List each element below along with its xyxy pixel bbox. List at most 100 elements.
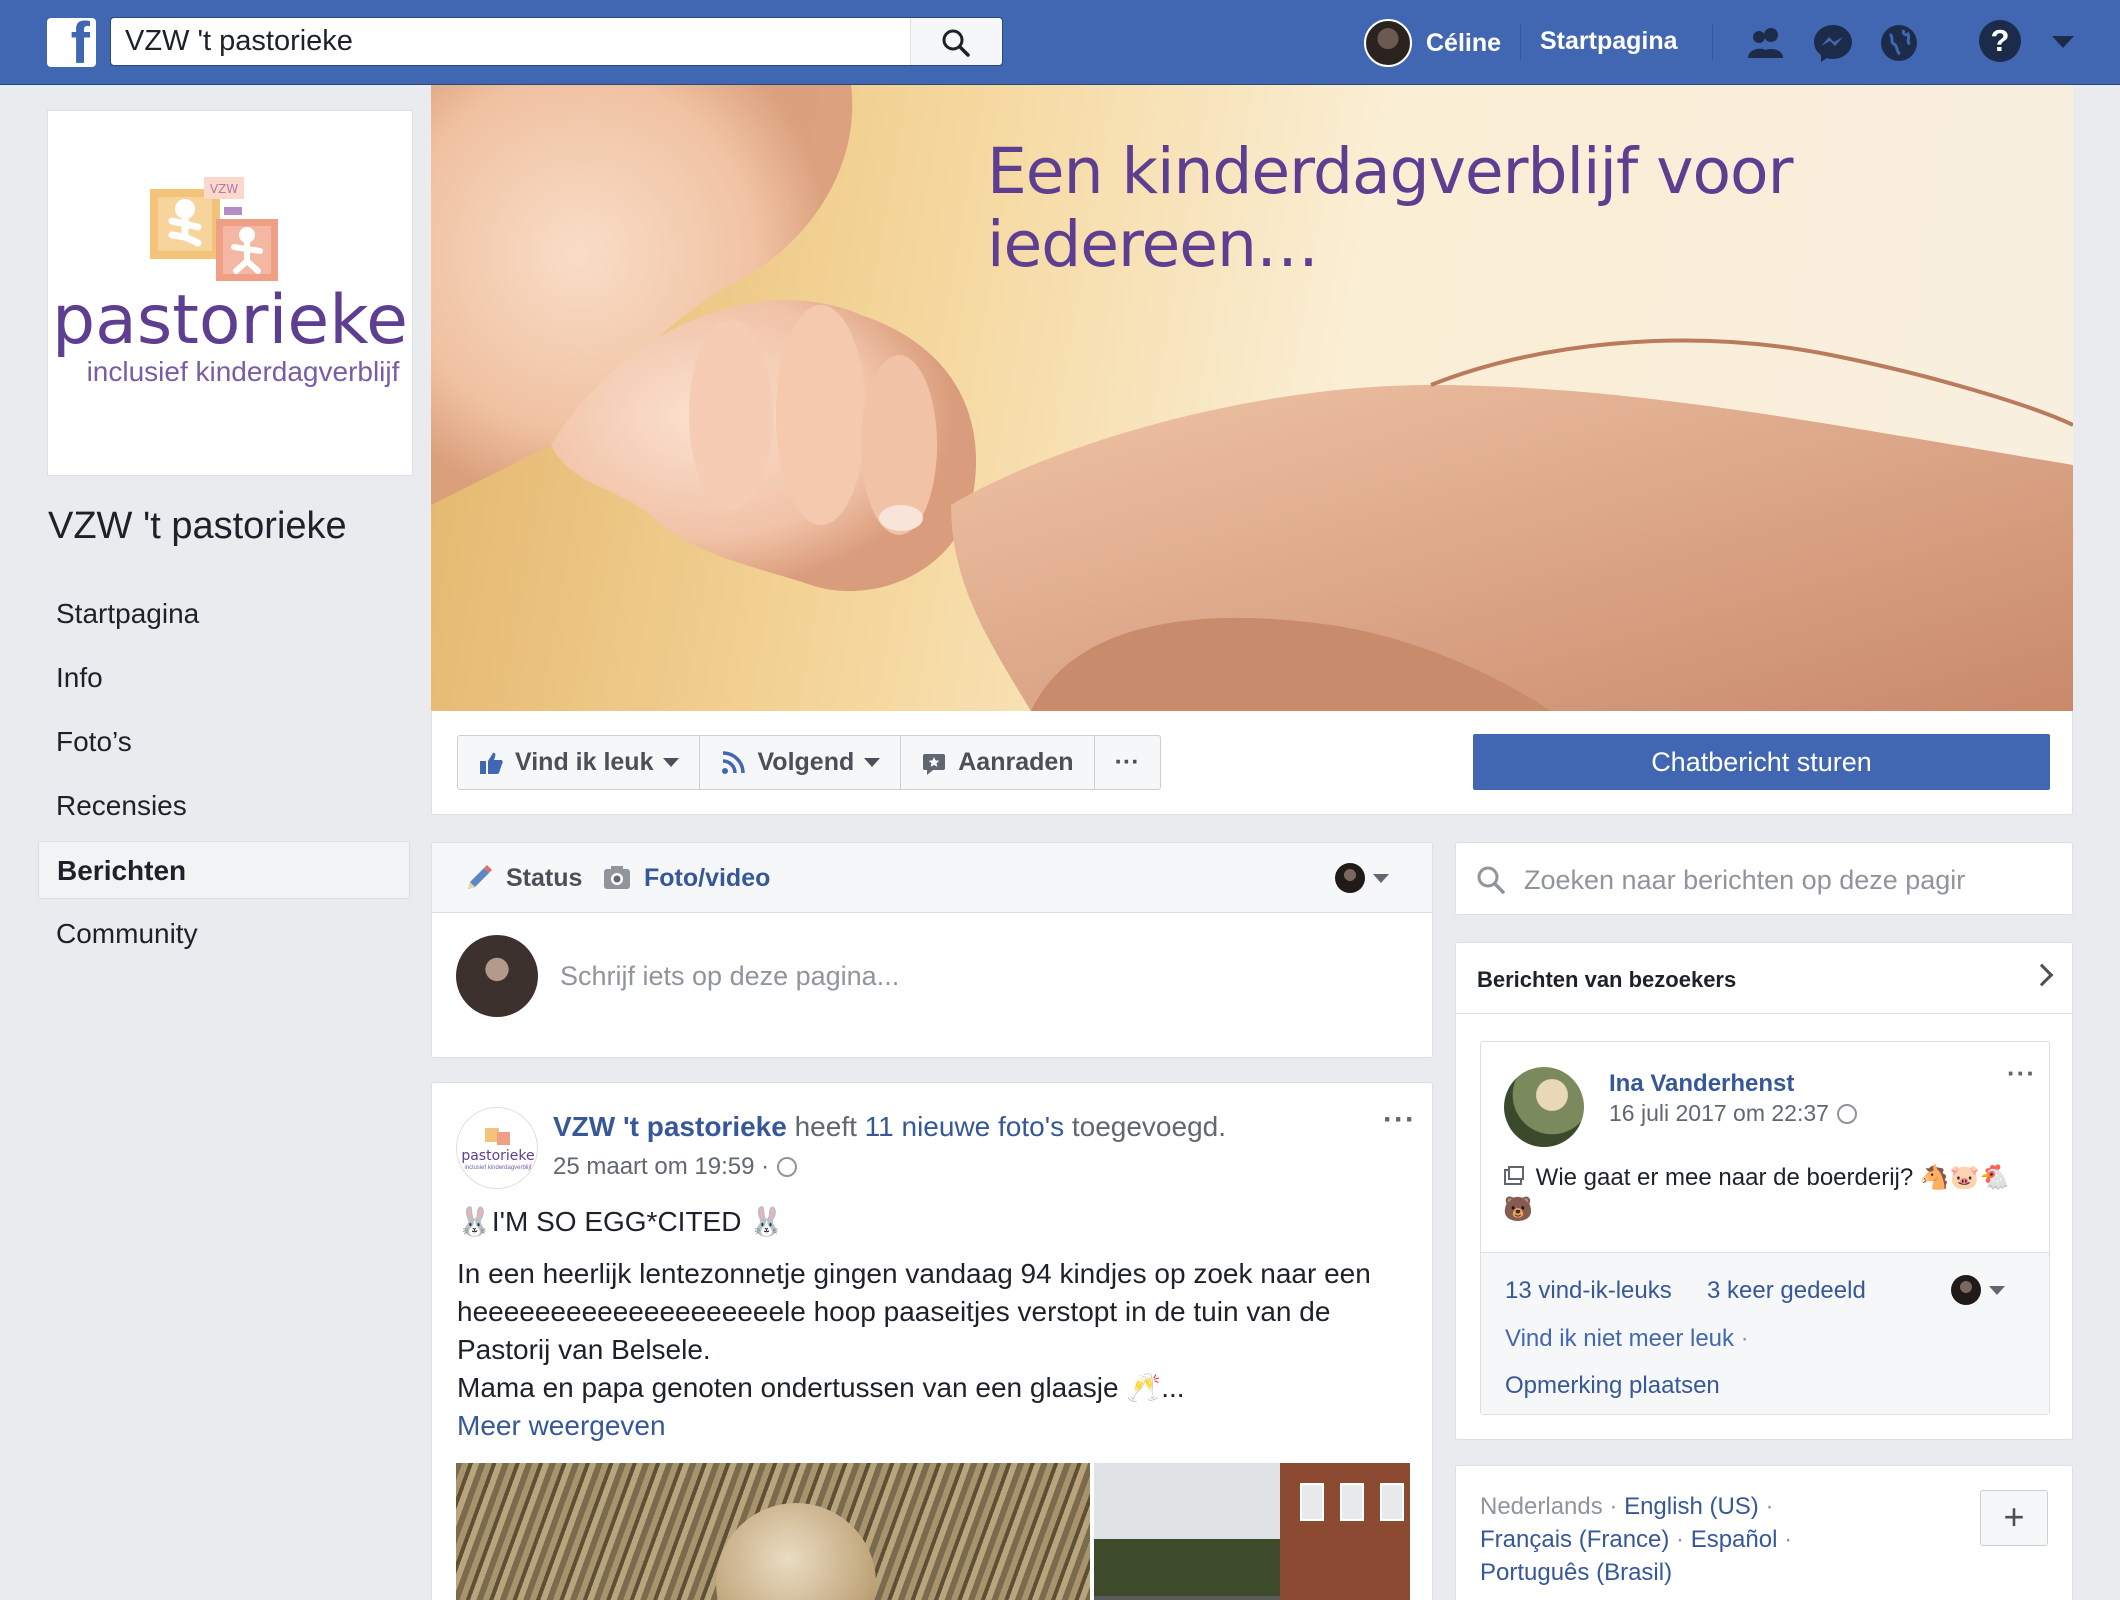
account-menu-caret[interactable] (2052, 36, 2074, 48)
photo-house (1280, 1463, 1410, 1600)
divider (1456, 1013, 2072, 1014)
photo-post-icon (1504, 1166, 1524, 1185)
post-line: In een heerlijk lentezonnetje gingen van… (457, 1258, 1371, 1289)
post-timestamp[interactable]: 25 maart om 19:59 · (553, 1153, 798, 1181)
language-link-english[interactable]: English (US) (1624, 1493, 1759, 1520)
search-icon (942, 29, 970, 57)
avatar (456, 935, 538, 1017)
avatar (1364, 19, 1412, 67)
page-action-buttons: Vind ik leuk Volgend Aanraden ··· (457, 735, 1161, 790)
chevron-down-icon (864, 758, 881, 767)
chevron-right-icon[interactable] (2030, 963, 2054, 987)
react-as-selector[interactable] (1951, 1275, 2005, 1305)
camera-icon (604, 866, 630, 889)
visitor-posts-title[interactable]: Berichten van bezoekers (1477, 967, 1736, 993)
post-line: Mama en papa genoten ondertussen van een… (457, 1372, 1185, 1403)
profile-name: Céline (1426, 28, 1502, 57)
child-photo-subject (716, 1503, 876, 1600)
divider (1712, 24, 1713, 60)
friends-icon[interactable] (1743, 20, 1789, 66)
search-button[interactable] (910, 18, 1002, 65)
visitor-post-timestamp[interactable]: 16 juli 2017 om 22:37 (1609, 1100, 1857, 1127)
post-options-button[interactable]: ··· (1383, 1103, 1416, 1137)
global-search-input[interactable] (125, 18, 905, 65)
like-page-button[interactable]: Vind ik leuk (458, 736, 701, 789)
photo-window (1300, 1483, 1324, 1521)
recommend-button[interactable]: Aanraden (901, 736, 1095, 789)
logo-block-text: VZW (210, 182, 238, 196)
help-icon[interactable]: ? (1979, 20, 2021, 62)
visitor-name-link[interactable]: Ina Vanderhenst (1609, 1070, 1794, 1098)
visitor-post: Ina Vanderhenst 16 juli 2017 om 22:37 ··… (1480, 1041, 2050, 1415)
thumbs-up-icon (480, 752, 503, 774)
top-navigation-bar: f Céline Startpagina ? (0, 0, 2120, 85)
nav-item-community[interactable]: Community (38, 905, 410, 963)
chevron-down-icon (663, 758, 680, 767)
visitor-post-message: Wie gaat er mee naar de boerderij? 🐴🐷🐔🐻 (1503, 1164, 2010, 1223)
nav-item-startpagina[interactable]: Startpagina (38, 585, 410, 643)
nav-item-info[interactable]: Info (38, 649, 410, 707)
post-headline: 🐰I'M SO EGG*CITED 🐰 (457, 1206, 785, 1237)
page-title[interactable]: VZW 't pastorieke (48, 505, 347, 548)
post-body: 🐰I'M SO EGG*CITED 🐰 In een heerlijk lent… (457, 1203, 1417, 1445)
composer-placeholder[interactable]: Schrijf iets op deze pagina... (560, 961, 899, 992)
messenger-icon[interactable] (1810, 20, 1856, 66)
home-link[interactable]: Startpagina (1540, 27, 1678, 56)
send-message-button[interactable]: Chatbericht sturen (1473, 734, 2050, 790)
likes-count-link[interactable]: 13 vind-ik-leuks (1505, 1277, 1672, 1305)
more-icon: ··· (1114, 748, 1140, 776)
divider (1520, 24, 1521, 60)
post-line: Pastorij van Belsele. (457, 1334, 711, 1365)
post-photo[interactable] (1094, 1463, 1410, 1600)
nav-item-berichten[interactable]: Berichten (38, 841, 410, 899)
more-actions-button[interactable]: ··· (1095, 736, 1160, 789)
cover-photo[interactable]: Een kinderdagverblijf voor iedereen… (431, 85, 2073, 711)
tab-status[interactable]: Status (464, 863, 582, 893)
post-author-link[interactable]: VZW 't pastorieke (553, 1111, 787, 1142)
pencil-icon (468, 865, 492, 889)
notifications-globe-icon[interactable] (1876, 20, 1922, 66)
comment-link[interactable]: Opmerking plaatsen (1505, 1372, 1720, 1400)
current-language: Nederlands (1480, 1493, 1603, 1520)
avatar (1335, 863, 1365, 893)
rss-icon (722, 750, 746, 774)
follow-page-button[interactable]: Volgend (700, 736, 902, 789)
post-composer: Status Foto/video Schrijf iets op deze p… (431, 842, 1433, 1058)
visitor-post-options-button[interactable]: ··· (2007, 1058, 2036, 1089)
post-suffix: toegevoegd. (1071, 1111, 1226, 1142)
add-language-button[interactable]: + (1980, 1490, 2048, 1546)
page-posts-search[interactable]: Zoeken naar berichten op deze pagir (1455, 842, 2073, 915)
profile-link[interactable]: Céline (1364, 19, 1501, 67)
post-verb: heeft (794, 1111, 857, 1142)
feed-post: pastorieke inclusief kinderdagverblijf V… (431, 1082, 1433, 1600)
avatar[interactable] (1504, 1067, 1584, 1147)
language-link-french[interactable]: Français (France) (1480, 1526, 1669, 1553)
globe-icon (1836, 1103, 1857, 1124)
see-more-link[interactable]: Meer weergeven (457, 1407, 1417, 1445)
shares-count-link[interactable]: 3 keer gedeeld (1707, 1277, 1866, 1305)
post-photo[interactable] (456, 1463, 1090, 1600)
language-link-portuguese[interactable]: Português (Brasil) (1480, 1559, 1672, 1586)
nav-item-recensies[interactable]: Recensies (38, 777, 410, 835)
language-selector-card: Nederlands · English (US) · Français (Fr… (1455, 1465, 2073, 1600)
post-as-selector[interactable] (1335, 863, 1389, 893)
recommend-button-label: Aanraden (958, 748, 1074, 776)
follow-button-label: Volgend (757, 748, 855, 776)
post-line: heeeeeeeeeeeeeeeeeeeele hoop paaseitjes … (457, 1296, 1331, 1327)
tab-photo-video[interactable]: Foto/video (602, 863, 770, 893)
visitor-posts-card: Berichten van bezoekers Ina Vanderhenst … (1455, 942, 2073, 1440)
composer-input-area[interactable]: Schrijf iets op deze pagina... (432, 913, 1432, 1058)
global-search-box (110, 17, 1003, 66)
globe-icon (777, 1157, 798, 1177)
nav-item-fotos[interactable]: Foto’s (38, 713, 410, 771)
language-link-spanish[interactable]: Español (1691, 1526, 1778, 1553)
visitor-post-text: Wie gaat er mee naar de boerderij? 🐴🐷🐔🐻 (1503, 1162, 2033, 1226)
post-author-avatar[interactable]: pastorieke inclusief kinderdagverblijf (456, 1107, 538, 1189)
composer-tabs: Status Foto/video (432, 843, 1432, 913)
facebook-logo[interactable]: f (47, 18, 96, 67)
page-profile-picture[interactable]: VZW pastorieke inclusief kinderdagverbli… (47, 110, 413, 476)
unlike-link[interactable]: Vind ik niet meer leuk · (1505, 1325, 1749, 1353)
pastorieke-logo-small: pastorieke inclusief kinderdagverblijf (461, 1128, 535, 1171)
avatar (1951, 1275, 1981, 1305)
post-photos-link[interactable]: 11 nieuwe foto's (865, 1111, 1064, 1142)
